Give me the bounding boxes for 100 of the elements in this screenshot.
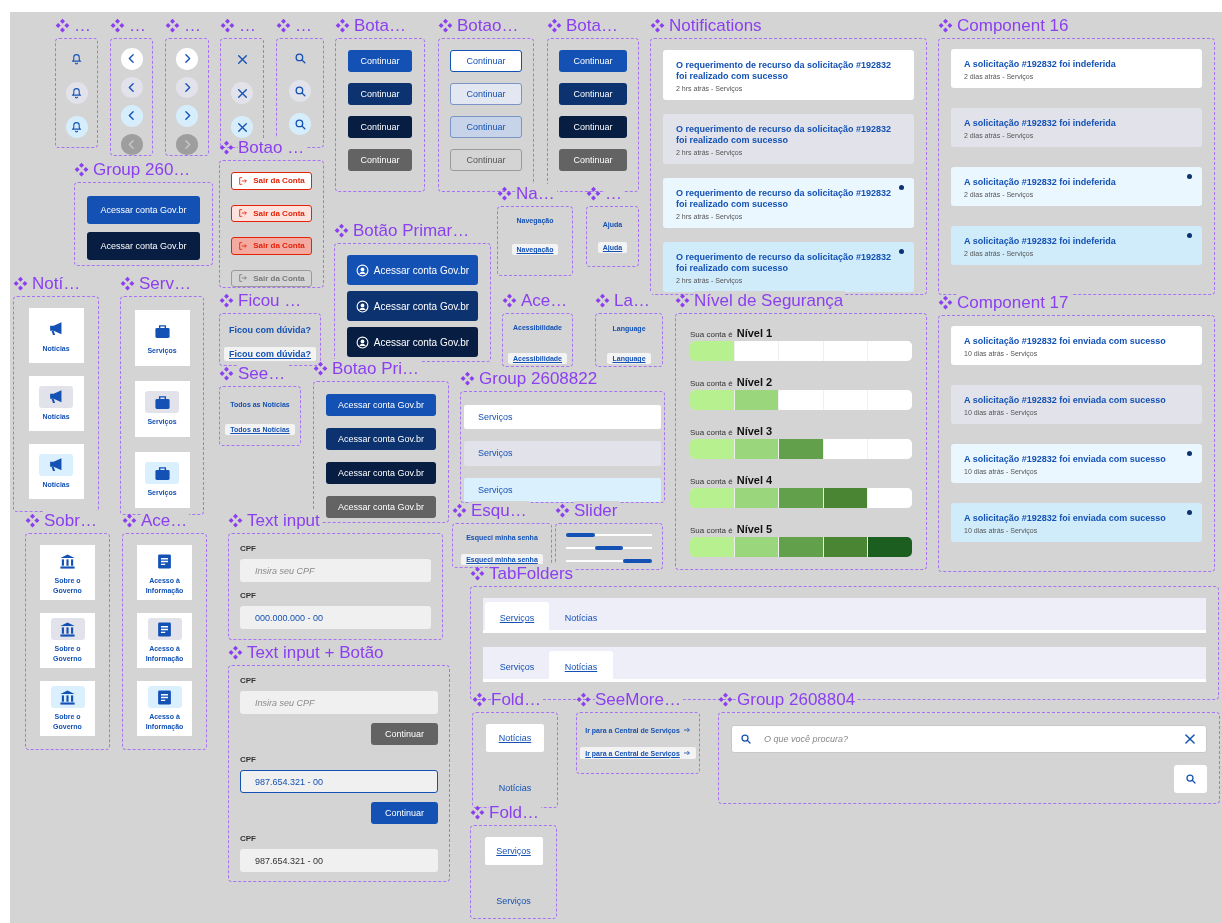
primary-button[interactable]: Continuar: [559, 116, 627, 138]
frame-title: Component 17: [957, 292, 1071, 313]
slider-segment[interactable]: [594, 546, 624, 550]
briefcase-icon: [145, 391, 179, 414]
component-icon: [452, 503, 467, 518]
menu-item[interactable]: Serviços: [464, 477, 661, 502]
component-icon: [470, 566, 485, 581]
field-label: CPF: [240, 676, 257, 685]
frame-title: Esqu…: [471, 500, 529, 521]
notification-title: A solicitação #192832 foi enviada com sucesso: [964, 394, 1167, 407]
logout-icon: [238, 273, 249, 284]
document-icon: [147, 618, 182, 641]
component-icon: [586, 186, 601, 201]
component-icon: [938, 18, 953, 33]
menu-item[interactable]: Serviços: [464, 405, 661, 430]
primary-button[interactable]: Continuar: [348, 116, 412, 138]
login-button[interactable]: Acessar conta Gov.br: [347, 327, 478, 357]
component-icon: [595, 293, 610, 308]
field-label: CPF: [240, 755, 257, 764]
component-icon: [110, 18, 125, 33]
level-caption: Sua conta é: [690, 526, 733, 535]
logout-icon: [238, 240, 249, 251]
input-field[interactable]: Insira seu CPF: [240, 559, 431, 582]
search-field[interactable]: O que você procura?: [731, 725, 1207, 753]
level-caption: Sua conta é: [690, 477, 733, 486]
briefcase-icon: [145, 462, 179, 485]
building-columns-icon: [50, 686, 85, 709]
component-icon: [219, 366, 234, 381]
input-field[interactable]: 000.000.000 - 00: [240, 606, 431, 629]
folder-tab[interactable]: Serviços: [484, 837, 543, 865]
frame-title: Text input: [247, 510, 322, 531]
primary-button[interactable]: Acessar conta Gov.br: [326, 462, 436, 484]
notification-title: O requerimento de recurso da solicitação #192832 foi realizado com sucesso: [676, 187, 893, 211]
arrow-right-icon: [682, 749, 691, 757]
level-name: Nível 2: [736, 376, 773, 388]
secondary-button[interactable]: Continuar: [450, 116, 522, 138]
document-icon: [147, 686, 182, 709]
component-icon: [276, 18, 291, 33]
component-icon: [470, 805, 485, 820]
building-columns-icon: [50, 618, 85, 641]
component-icon: [938, 295, 953, 310]
input-field[interactable]: 987.654.321 - 00: [240, 770, 438, 793]
text-link[interactable]: Ficou com dúvida?: [224, 347, 316, 361]
close-icon[interactable]: [1183, 732, 1197, 746]
primary-button[interactable]: Continuar: [348, 83, 412, 105]
logout-button[interactable]: Sair da Conta: [231, 172, 312, 190]
level-name: Nível 1: [736, 327, 773, 339]
component-icon: [335, 18, 350, 33]
user-icon: [355, 263, 369, 277]
field-label: CPF: [240, 591, 257, 600]
component-icon: [675, 293, 690, 308]
notification-title: A solicitação #192832 foi indeferida: [964, 58, 1117, 71]
level-name: Nível 4: [736, 474, 773, 486]
search-button[interactable]: [1174, 765, 1207, 793]
tab[interactable]: Notícias: [549, 602, 613, 633]
folder-tab[interactable]: Notícias: [486, 724, 544, 752]
component-icon: [228, 513, 243, 528]
component-icon: [55, 18, 70, 33]
folder-tab[interactable]: Serviços: [484, 887, 543, 915]
secondary-button[interactable]: Continuar: [450, 50, 522, 72]
secondary-button[interactable]: Continuar: [450, 83, 522, 105]
input-field[interactable]: 987.654.321 - 00: [240, 849, 438, 872]
slider-segment[interactable]: [566, 533, 595, 537]
bell-icon: [70, 120, 83, 134]
input-field[interactable]: Insira seu CPF: [240, 691, 438, 714]
notification-title: A solicitação #192832 foi enviada com sucesso: [964, 335, 1167, 348]
search-icon: [293, 84, 307, 98]
component-icon: [219, 293, 234, 308]
notification-title: O requerimento de recurso da solicitação #192832 foi realizado com sucesso: [676, 123, 893, 147]
component-icon: [122, 513, 137, 528]
folder-tab[interactable]: Notícias: [486, 774, 544, 802]
slider-segment[interactable]: [623, 559, 652, 563]
tab[interactable]: Serviços: [485, 651, 549, 682]
bell-icon: [70, 52, 83, 66]
primary-button[interactable]: Acessar conta Gov.br: [326, 394, 436, 416]
logout-icon: [238, 208, 249, 219]
primary-button[interactable]: Acessar conta Gov.br: [326, 428, 436, 450]
menu-item[interactable]: Serviços: [464, 441, 661, 466]
text-link[interactable]: Ficou com dúvida?: [224, 323, 316, 337]
notification-title: A solicitação #192832 foi indeferida: [964, 176, 1117, 189]
login-button[interactable]: Acessar conta Gov.br: [347, 291, 478, 321]
component-icon: [438, 18, 453, 33]
notification-title: O requerimento de recurso da solicitação #192832 foi realizado com sucesso: [676, 59, 893, 83]
bell-icon: [70, 86, 83, 100]
logout-icon: [238, 175, 249, 186]
notification-title: A solicitação #192832 foi enviada com sucesso: [964, 453, 1167, 466]
component-icon: [334, 223, 349, 238]
primary-button[interactable]: Continuar: [348, 50, 412, 72]
primary-button[interactable]: Acessar conta Gov.br: [87, 196, 200, 224]
component-icon: [650, 18, 665, 33]
continue-button[interactable]: Continuar: [371, 802, 438, 824]
component-icon: [120, 276, 135, 291]
primary-button[interactable]: Continuar: [559, 50, 627, 72]
close-icon: [235, 120, 249, 134]
primary-button[interactable]: Continuar: [559, 83, 627, 105]
tab[interactable]: Serviços: [485, 602, 549, 633]
tab[interactable]: Notícias: [549, 651, 613, 682]
frame-title: Nível de Segurança: [694, 290, 846, 311]
primary-button[interactable]: Acessar conta Gov.br: [87, 232, 200, 260]
login-button[interactable]: Acessar conta Gov.br: [347, 255, 478, 285]
